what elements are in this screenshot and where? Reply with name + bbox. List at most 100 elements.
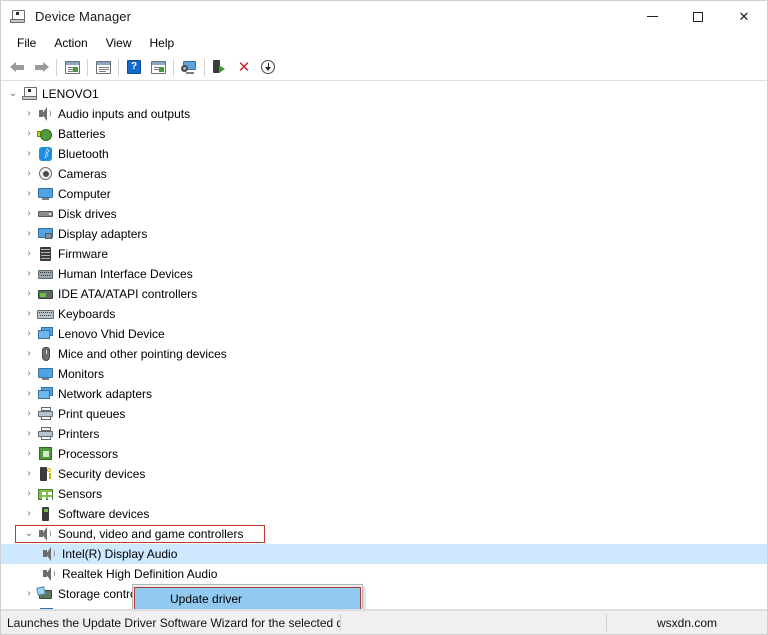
monitor-icon (37, 186, 54, 202)
maximize-icon (693, 11, 703, 22)
tree-item-label: Cameras (58, 167, 107, 181)
install-legacy-hardware-button[interactable] (208, 56, 232, 78)
expand-chevron-right-icon[interactable]: › (21, 204, 37, 224)
install-hardware-icon (213, 60, 227, 74)
menu-action[interactable]: Action (45, 34, 96, 52)
expand-chevron-right-icon[interactable]: › (21, 304, 37, 324)
tree-root-lenovo1[interactable]: ⌄ LENOVO1 (1, 84, 767, 104)
expand-chevron-right-icon[interactable]: › (21, 364, 37, 384)
tree-item-disk-drives[interactable]: › Disk drives (1, 204, 767, 224)
window-controls: ✕ (629, 1, 767, 32)
speaker-icon (37, 526, 54, 542)
expand-chevron-right-icon[interactable]: › (21, 184, 37, 204)
expand-chevron-right-icon[interactable]: › (21, 324, 37, 344)
tree-item-computer[interactable]: › Computer (1, 184, 767, 204)
tree-item-keyboards[interactable]: › Keyboards (1, 304, 767, 324)
toolbar-separator-3 (118, 58, 119, 76)
forward-button[interactable] (29, 56, 53, 78)
update-driver-button[interactable] (146, 56, 170, 78)
expand-chevron-right-icon[interactable]: › (21, 384, 37, 404)
menu-view[interactable]: View (97, 34, 141, 52)
status-divider-1 (340, 614, 341, 631)
expand-chevron-right-icon[interactable]: › (21, 224, 37, 244)
tree-item-monitors[interactable]: › Monitors (1, 364, 767, 384)
expand-chevron-right-icon[interactable]: › (21, 484, 37, 504)
expand-chevron-right-icon[interactable]: › (21, 504, 37, 524)
uninstall-device-button[interactable]: ✕ (232, 56, 256, 78)
tree-item-audio-inputs-and-outputs[interactable]: › Audio inputs and outputs (1, 104, 767, 124)
tree-item-display-adapters[interactable]: › Display adapters (1, 224, 767, 244)
device-tree-pane[interactable]: ⌄ LENOVO1 › Audio inputs and outputs › B… (1, 81, 767, 610)
tree-item-mice-and-other-pointing-devices[interactable]: › Mice and other pointing devices (1, 344, 767, 364)
keyboard-icon (37, 306, 54, 322)
expand-chevron-right-icon[interactable]: › (21, 164, 37, 184)
battery-icon (37, 126, 54, 142)
collapse-chevron-down-icon[interactable]: ⌄ (21, 524, 37, 544)
tree-item-software-devices[interactable]: › Software devices (1, 504, 767, 524)
properties-icon (95, 60, 111, 74)
storage-controller-icon (36, 586, 54, 602)
minimize-button[interactable] (629, 1, 675, 32)
expand-chevron-right-icon[interactable]: › (21, 444, 37, 464)
tree-item-label: Batteries (58, 127, 106, 141)
tree-item-security-devices[interactable]: › Security devices (1, 464, 767, 484)
tree-item-label: Processors (58, 447, 119, 461)
tree-item-label: Sensors (58, 487, 103, 501)
camera-icon (37, 166, 54, 182)
help-button[interactable]: ? (122, 56, 146, 78)
tree-item-cameras[interactable]: › Cameras (1, 164, 767, 184)
status-bar: Launches the Update Driver Software Wiza… (1, 610, 767, 634)
tree-item-bluetooth[interactable]: › ᛒ Bluetooth (1, 144, 767, 164)
tree-item-ide-ata-atapi-controllers[interactable]: › IDE ATA/ATAPI controllers (1, 284, 767, 304)
tree-item-storage-controllers[interactable]: › Storage controllers (1, 584, 767, 604)
disable-device-button[interactable] (256, 56, 280, 78)
tree-item-label: Disk drives (58, 207, 117, 221)
expand-chevron-right-icon[interactable]: › (21, 124, 37, 144)
tree-item-sound-video-and-game-controllers[interactable]: ⌄ Sound, video and game controllers (1, 524, 767, 544)
printer-icon (37, 406, 54, 422)
tree-child-label: Intel(R) Display Audio (62, 547, 178, 561)
expand-chevron-right-icon[interactable]: › (21, 244, 37, 264)
scan-for-hardware-changes-button[interactable] (177, 56, 201, 78)
device-manager-icon (10, 9, 26, 25)
tree-child-realtek-high-definition-audio[interactable]: Realtek High Definition Audio (1, 564, 767, 584)
context-menu-item-update-driver[interactable]: Update driver (134, 587, 361, 609)
expand-chevron-right-icon[interactable]: › (21, 144, 37, 164)
menu-help[interactable]: Help (141, 34, 184, 52)
tree-item-label: Human Interface Devices (58, 267, 193, 281)
tree-item-print-queues[interactable]: › Print queues (1, 404, 767, 424)
menu-bar: File Action View Help (1, 32, 767, 54)
back-button[interactable] (5, 56, 29, 78)
tree-child-intel-display-audio[interactable]: Intel(R) Display Audio (1, 544, 767, 564)
expand-chevron-right-icon[interactable]: › (21, 284, 37, 304)
maximize-button[interactable] (675, 1, 721, 32)
device-manager-window: Device Manager ✕ File Action View Help ? (0, 0, 768, 635)
properties-button[interactable] (91, 56, 115, 78)
tree-item-sensors[interactable]: › Sensors (1, 484, 767, 504)
expand-chevron-right-icon[interactable]: › (21, 344, 37, 364)
forward-arrow-icon (34, 61, 49, 74)
tree-item-processors[interactable]: › Processors (1, 444, 767, 464)
expand-chevron-right-icon[interactable]: › (21, 104, 37, 124)
status-message: Launches the Update Driver Software Wiza… (7, 615, 340, 630)
expand-chevron-right-icon[interactable]: › (21, 404, 37, 424)
tree-item-lenovo-vhid-device[interactable]: › Lenovo Vhid Device (1, 324, 767, 344)
tree-item-network-adapters[interactable]: › Network adapters (1, 384, 767, 404)
monitor-icon (37, 366, 54, 382)
expand-chevron-right-icon[interactable]: › (21, 424, 37, 444)
expand-chevron-down-icon[interactable]: ⌄ (5, 84, 21, 104)
close-button[interactable]: ✕ (721, 1, 767, 32)
expand-chevron-right-icon[interactable]: › (21, 584, 37, 604)
context-menu: Update driver Disable device Uninstall d… (132, 584, 363, 609)
expand-chevron-right-icon[interactable]: › (21, 264, 37, 284)
disk-drive-icon (37, 206, 54, 222)
tree-item-firmware[interactable]: › Firmware (1, 244, 767, 264)
menu-file[interactable]: File (8, 34, 45, 52)
tree-item-printers[interactable]: › Printers (1, 424, 767, 444)
speaker-icon (41, 566, 58, 582)
expand-chevron-right-icon[interactable]: › (21, 464, 37, 484)
speaker-icon (41, 546, 58, 562)
tree-item-batteries[interactable]: › Batteries (1, 124, 767, 144)
show-hide-console-tree-button[interactable] (60, 56, 84, 78)
tree-item-human-interface-devices[interactable]: › Human Interface Devices (1, 264, 767, 284)
